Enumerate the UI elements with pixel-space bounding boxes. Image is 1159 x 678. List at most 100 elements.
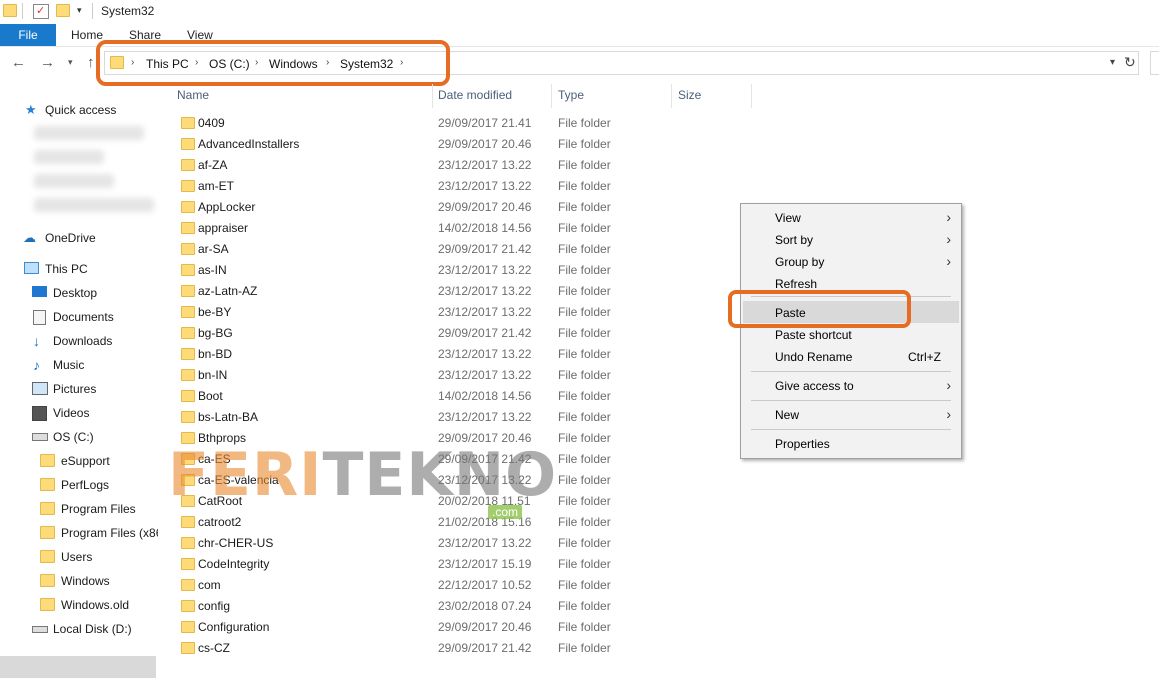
- selected-item-highlight: [0, 656, 156, 678]
- chevron-down-icon[interactable]: ▾: [1110, 57, 1115, 68]
- back-arrow-icon[interactable]: ←: [11, 54, 26, 71]
- cloud-icon: ☁: [23, 230, 36, 245]
- menu-item-group-by[interactable]: Group by ›: [741, 251, 961, 273]
- folder-icon: [181, 348, 195, 360]
- menu-item-view[interactable]: View ›: [741, 207, 961, 229]
- forward-arrow-icon[interactable]: →: [40, 54, 55, 71]
- list-item[interactable]: ar-SA 29/09/2017 21.42 File folder: [160, 239, 760, 260]
- column-divider[interactable]: [432, 84, 433, 108]
- folder-icon: [181, 285, 195, 297]
- search-input[interactable]: [1150, 51, 1159, 75]
- file-date: 23/12/2017 13.22: [438, 410, 532, 424]
- list-item[interactable]: as-IN 23/12/2017 13.22 File folder: [160, 260, 760, 281]
- menu-item-new[interactable]: New ›: [741, 404, 961, 426]
- menu-item-sort-by[interactable]: Sort by ›: [741, 229, 961, 251]
- up-arrow-icon[interactable]: ↑: [87, 54, 95, 71]
- file-date: 29/09/2017 20.46: [438, 137, 532, 151]
- list-item[interactable]: az-Latn-AZ 23/12/2017 13.22 File folder: [160, 281, 760, 302]
- folder-icon: [40, 502, 55, 515]
- list-item[interactable]: bn-BD 23/12/2017 13.22 File folder: [160, 344, 760, 365]
- list-item[interactable]: config 23/02/2018 07.24 File folder: [160, 596, 760, 617]
- new-folder-icon[interactable]: [56, 4, 70, 17]
- list-item[interactable]: Boot 14/02/2018 14.56 File folder: [160, 386, 760, 407]
- folder-icon: [181, 579, 195, 591]
- sidebar-label: Users: [61, 550, 93, 564]
- videos-icon: [32, 406, 47, 421]
- folder-icon: [40, 454, 55, 467]
- menu-label: Group by: [775, 255, 825, 269]
- list-item[interactable]: AppLocker 29/09/2017 20.46 File folder: [160, 197, 760, 218]
- sidebar-label: OS (C:): [53, 430, 94, 444]
- divider: [22, 3, 23, 19]
- menu-item-undo-rename[interactable]: Undo Rename Ctrl+Z: [741, 346, 961, 368]
- file-type: File folder: [558, 620, 611, 634]
- list-item[interactable]: 0409 29/09/2017 21.41 File folder: [160, 113, 760, 134]
- list-item[interactable]: AdvancedInstallers 29/09/2017 20.46 File f…: [160, 134, 760, 155]
- list-item[interactable]: am-ET 23/12/2017 13.22 File folder: [160, 176, 760, 197]
- folder-icon: [181, 306, 195, 318]
- column-divider[interactable]: [671, 84, 672, 108]
- folder-icon: [181, 138, 195, 150]
- file-date: 29/09/2017 20.46: [438, 620, 532, 634]
- file-name: Boot: [198, 389, 223, 403]
- menu-item-properties[interactable]: Properties: [741, 433, 961, 455]
- sidebar-label: OneDrive: [45, 231, 96, 245]
- sidebar-label: Documents: [53, 310, 114, 324]
- column-header-date[interactable]: Date modified: [438, 88, 512, 102]
- list-item[interactable]: com 22/12/2017 10.52 File folder: [160, 575, 760, 596]
- list-item[interactable]: af-ZA 23/12/2017 13.22 File folder: [160, 155, 760, 176]
- menu-label: View: [775, 211, 801, 225]
- properties-icon[interactable]: ✓: [33, 4, 49, 19]
- column-divider[interactable]: [751, 84, 752, 108]
- column-header-size[interactable]: Size: [678, 88, 701, 102]
- context-menu: View › Sort by › Group by › Refresh Past…: [740, 203, 962, 459]
- list-item[interactable]: appraiser 14/02/2018 14.56 File folder: [160, 218, 760, 239]
- list-item[interactable]: bn-IN 23/12/2017 13.22 File folder: [160, 365, 760, 386]
- menu-separator: [751, 400, 951, 401]
- folder-icon: [40, 478, 55, 491]
- pictures-icon: [32, 382, 48, 395]
- list-item[interactable]: be-BY 23/12/2017 13.22 File folder: [160, 302, 760, 323]
- customize-quick-access-icon[interactable]: ▾: [77, 5, 82, 16]
- file-date: 23/12/2017 13.22: [438, 284, 532, 298]
- sidebar-item-program-files-x86[interactable]: Program Files (x86: [40, 522, 158, 544]
- file-type: File folder: [558, 536, 611, 550]
- file-name: cs-CZ: [198, 641, 230, 655]
- list-item[interactable]: catroot2 21/02/2018 15.16 File folder: [160, 512, 760, 533]
- column-header-name[interactable]: Name: [177, 88, 209, 102]
- column-divider[interactable]: [551, 84, 552, 108]
- list-item[interactable]: Configuration 29/09/2017 20.46 File folder: [160, 617, 760, 638]
- blurred-item: [34, 150, 104, 164]
- watermark-part1: FERI: [168, 440, 323, 510]
- column-header-type[interactable]: Type: [558, 88, 584, 102]
- folder-icon: [181, 201, 195, 213]
- folder-icon: [181, 621, 195, 633]
- list-item[interactable]: chr-CHER-US 23/12/2017 13.22 File folder: [160, 533, 760, 554]
- navigation-pane: ★ Quick access ☁ OneDrive This PC Deskto…: [0, 86, 158, 678]
- file-date: 23/12/2017 13.22: [438, 179, 532, 193]
- list-item[interactable]: cs-CZ 29/09/2017 21.42 File folder: [160, 638, 760, 659]
- recent-locations-icon[interactable]: ▾: [68, 57, 73, 68]
- file-name: catroot2: [198, 515, 242, 529]
- menu-item-give-access[interactable]: Give access to ›: [741, 375, 961, 397]
- tab-file[interactable]: File: [0, 24, 56, 46]
- menu-label: Properties: [775, 437, 830, 451]
- sidebar-label: This PC: [45, 262, 88, 276]
- list-item[interactable]: bg-BG 29/09/2017 21.42 File folder: [160, 323, 760, 344]
- file-type: File folder: [558, 599, 611, 613]
- sidebar-label: Pictures: [53, 382, 97, 396]
- file-name: af-ZA: [198, 158, 228, 172]
- list-item[interactable]: CodeIntegrity 23/12/2017 15.19 File folder: [160, 554, 760, 575]
- folder-icon: [3, 4, 17, 17]
- list-item[interactable]: bs-Latn-BA 23/12/2017 13.22 File folder: [160, 407, 760, 428]
- file-name: bn-IN: [198, 368, 228, 382]
- file-name: 0409: [198, 116, 225, 130]
- file-type: File folder: [558, 137, 611, 151]
- folder-icon: [181, 264, 195, 276]
- folder-icon: [181, 369, 195, 381]
- file-name: com: [198, 578, 221, 592]
- file-date: 22/12/2017 10.52: [438, 578, 532, 592]
- tab-home[interactable]: Home: [71, 28, 103, 42]
- refresh-icon[interactable]: ↻: [1124, 54, 1136, 71]
- folder-icon: [181, 411, 195, 423]
